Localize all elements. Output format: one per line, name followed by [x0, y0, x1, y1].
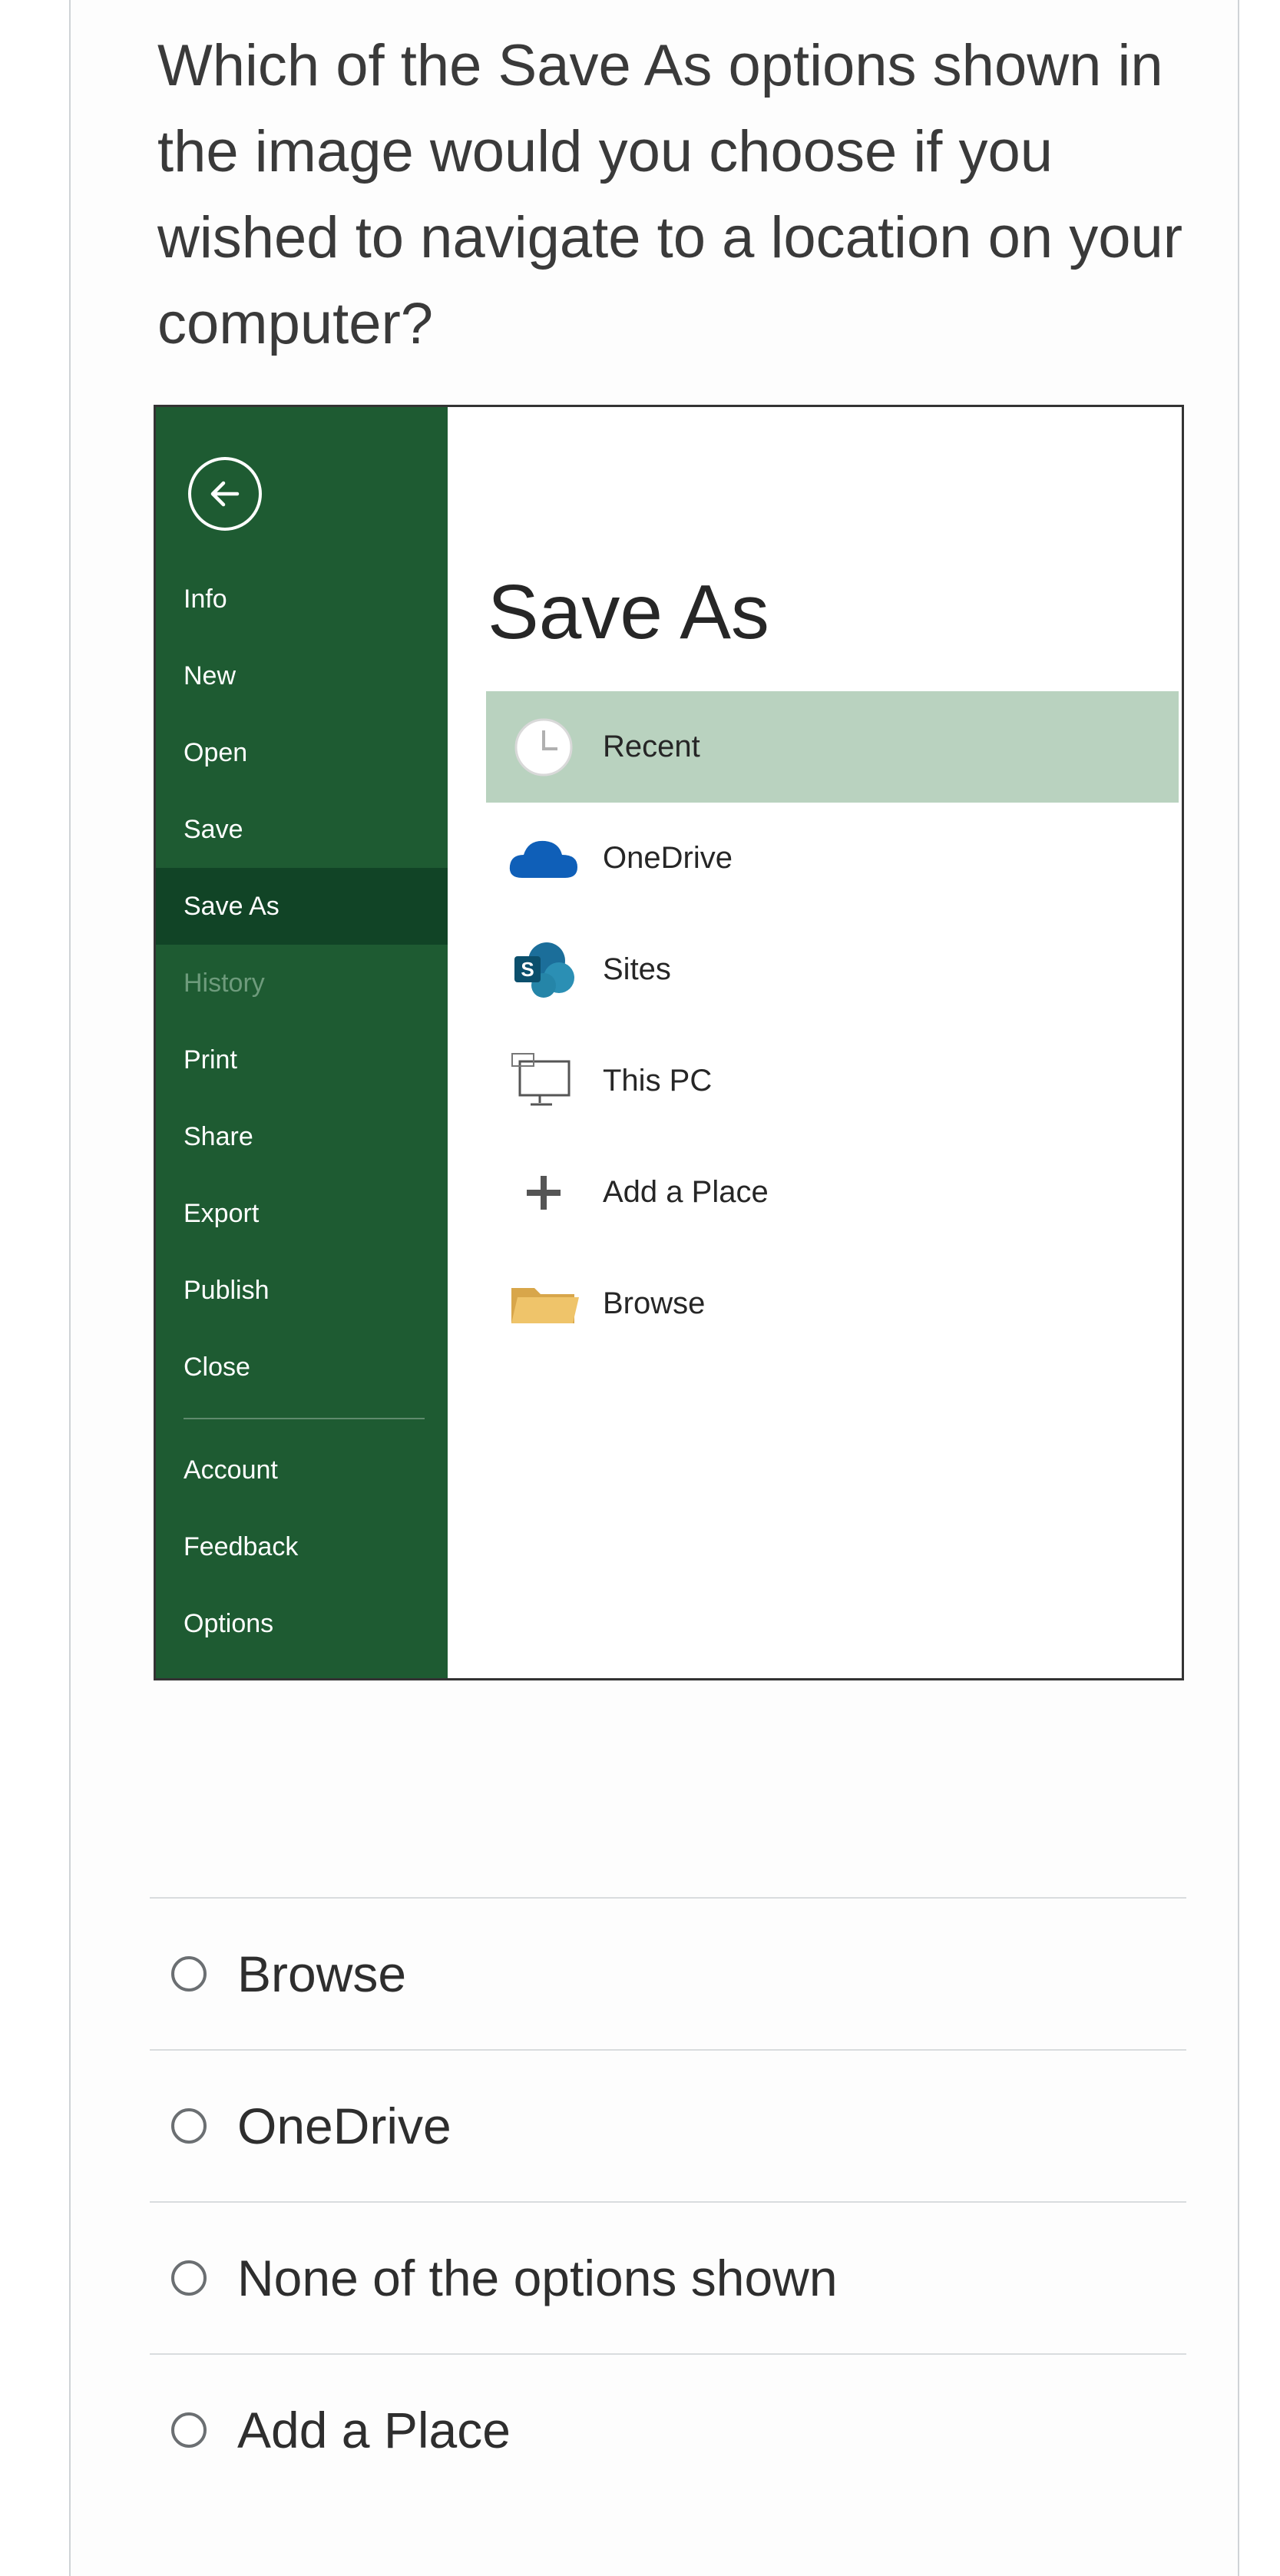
nav-item-options[interactable]: Options	[156, 1585, 448, 1662]
location-label: Browse	[603, 1286, 706, 1320]
plus-icon	[501, 1154, 586, 1231]
save-as-panel: Save As Recent OneDrive S Sites This PC …	[448, 407, 1182, 1678]
location-recent[interactable]: Recent	[486, 691, 1179, 803]
location-onedrive[interactable]: OneDrive	[486, 803, 1179, 914]
svg-text:S: S	[521, 958, 534, 981]
cloud-icon	[501, 820, 586, 897]
location-label: Recent	[603, 730, 700, 763]
nav-item-export[interactable]: Export	[156, 1175, 448, 1252]
answer-choices: Browse OneDrive None of the options show…	[150, 1897, 1186, 2505]
backstage-nav-list: Info New Open Save Save As History Print…	[156, 561, 448, 1662]
nav-item-account[interactable]: Account	[156, 1432, 448, 1508]
location-sites[interactable]: S Sites	[486, 914, 1179, 1025]
location-add-a-place[interactable]: Add a Place	[486, 1137, 1179, 1248]
sharepoint-icon: S	[501, 932, 586, 1008]
radio-button[interactable]	[171, 2260, 207, 2296]
computer-icon	[501, 1043, 586, 1120]
nav-item-new[interactable]: New	[156, 637, 448, 714]
answer-option[interactable]: OneDrive	[150, 2049, 1186, 2201]
back-button[interactable]	[188, 457, 262, 531]
nav-item-print[interactable]: Print	[156, 1021, 448, 1098]
nav-item-open[interactable]: Open	[156, 714, 448, 791]
location-label: This PC	[603, 1064, 713, 1098]
nav-item-publish[interactable]: Publish	[156, 1252, 448, 1329]
nav-item-feedback[interactable]: Feedback	[156, 1508, 448, 1585]
answer-label: OneDrive	[237, 2098, 451, 2154]
radio-button[interactable]	[171, 2108, 207, 2144]
answer-option[interactable]: None of the options shown	[150, 2201, 1186, 2353]
clock-icon	[501, 709, 586, 786]
nav-item-save-as[interactable]: Save As	[156, 868, 448, 945]
nav-item-close[interactable]: Close	[156, 1329, 448, 1406]
location-browse[interactable]: Browse	[486, 1248, 1179, 1359]
nav-divider	[184, 1418, 425, 1419]
panel-title: Save As	[488, 569, 769, 655]
folder-icon	[501, 1266, 586, 1343]
nav-item-history: History	[184, 968, 265, 998]
answer-label: Browse	[237, 1945, 407, 2002]
location-this-pc[interactable]: This PC	[486, 1025, 1179, 1137]
location-label: Sites	[603, 952, 671, 986]
radio-button[interactable]	[171, 2412, 207, 2448]
answer-option[interactable]: Add a Place	[150, 2353, 1186, 2505]
answer-label: Add a Place	[237, 2402, 511, 2458]
answer-option[interactable]: Browse	[150, 1897, 1186, 2049]
nav-item-info[interactable]: Info	[156, 561, 448, 637]
question-text: Which of the Save As options shown in th…	[157, 33, 1183, 356]
save-location-list: Recent OneDrive S Sites This PC Add a Pl…	[486, 691, 1179, 1359]
nav-item-share[interactable]: Share	[156, 1098, 448, 1175]
backstage-nav: Info New Open Save Save As History Print…	[156, 407, 448, 1678]
back-arrow-icon	[210, 481, 240, 507]
nav-item-save[interactable]: Save	[156, 791, 448, 868]
location-label: Add a Place	[603, 1175, 769, 1209]
radio-button[interactable]	[171, 1956, 207, 1992]
answer-label: None of the options shown	[237, 2250, 838, 2306]
location-label: OneDrive	[603, 841, 733, 875]
save-as-screenshot: Info New Open Save Save As History Print…	[154, 405, 1184, 1680]
